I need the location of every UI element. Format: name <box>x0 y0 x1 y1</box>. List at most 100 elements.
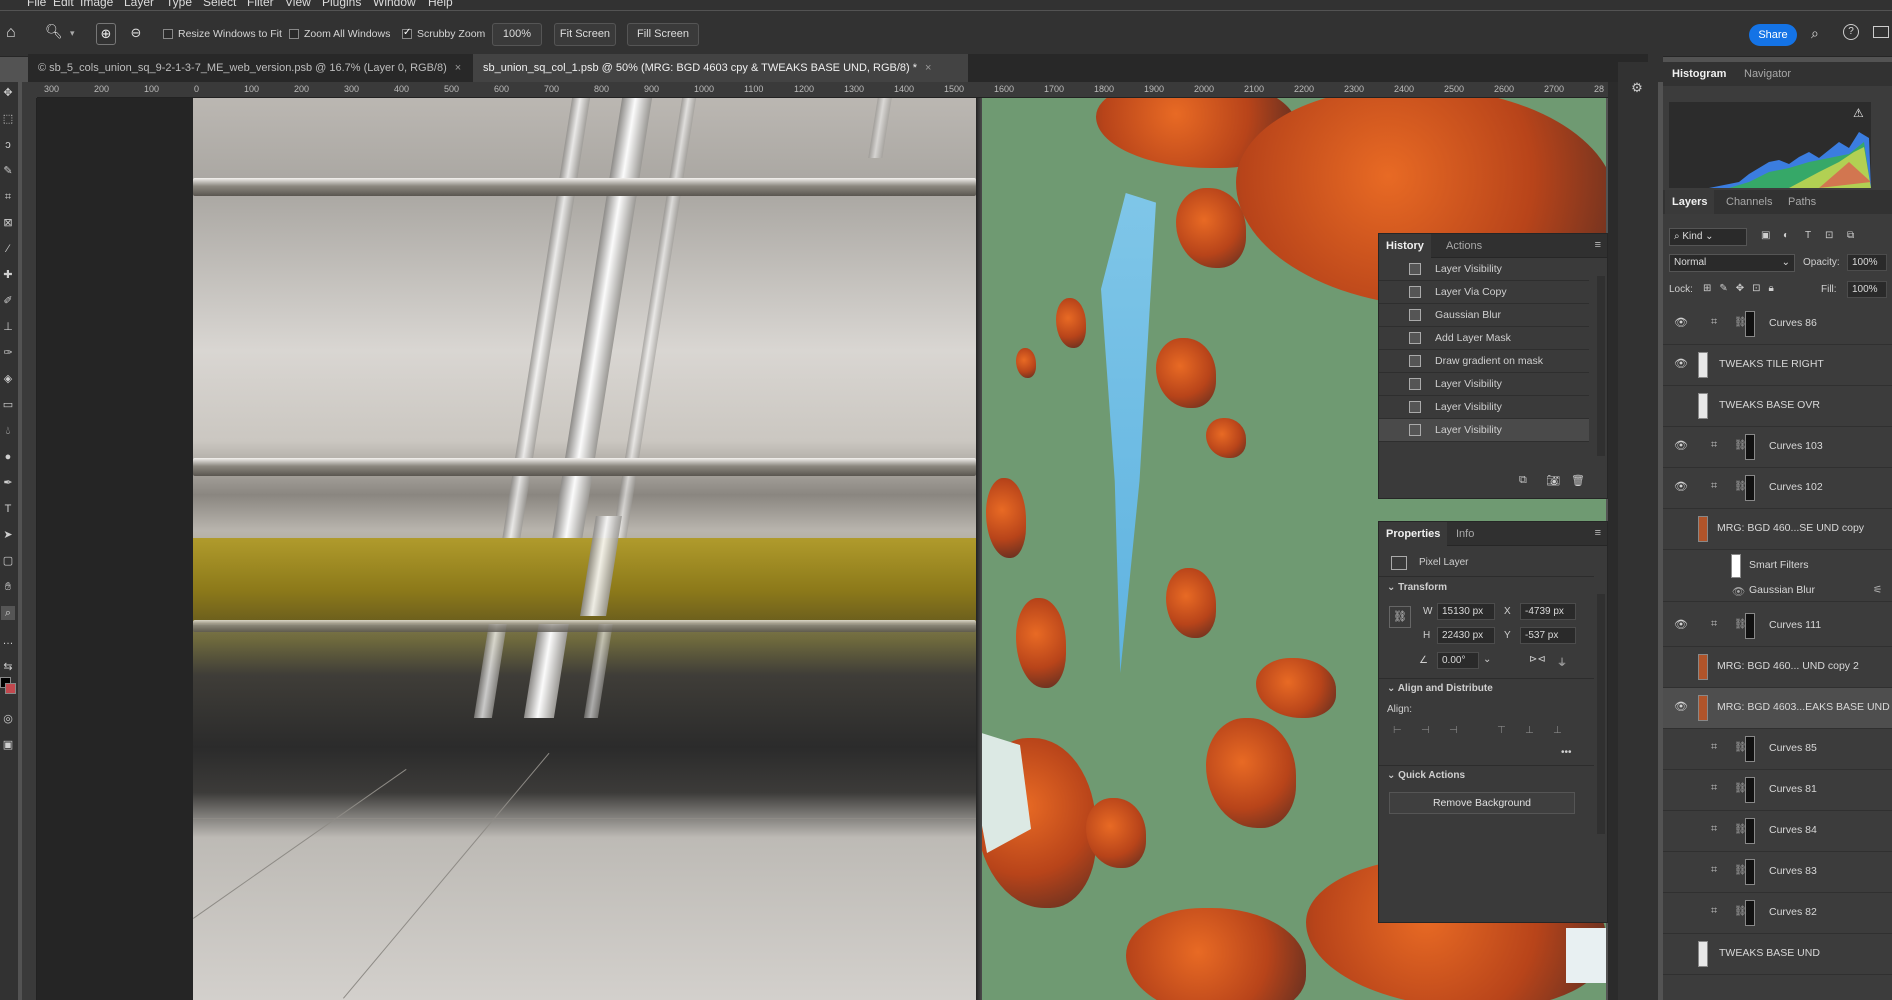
workspace-icon[interactable] <box>1873 26 1889 38</box>
tab-layers[interactable]: Layers <box>1665 190 1715 214</box>
marquee-tool-icon[interactable]: ⬚ <box>1 112 15 126</box>
more-options-icon[interactable]: ••• <box>1561 747 1572 758</box>
zoom-out-icon[interactable]: ⊖ <box>126 23 146 45</box>
eye-icon[interactable]: 👁︎ <box>1674 318 1688 329</box>
opacity-field[interactable]: 100% <box>1847 254 1887 271</box>
visibility-off[interactable] <box>1674 907 1688 917</box>
align-left-icon[interactable]: ⊢ <box>1393 725 1402 736</box>
history-scrollbar[interactable] <box>1597 276 1605 456</box>
layer-row[interactable]: ⌗ ⛓ Curves 85 <box>1663 729 1892 770</box>
properties-dock-icon[interactable]: ⚙ <box>1626 80 1648 98</box>
visibility-off[interactable] <box>1674 784 1688 794</box>
layer-row[interactable]: TWEAKS BASE UND <box>1663 934 1892 975</box>
align-right-icon[interactable]: ⊣ <box>1449 725 1458 736</box>
fill-field[interactable]: 100% <box>1847 281 1887 298</box>
screen-mode-icon[interactable]: ▣ <box>1 738 15 752</box>
fit-screen-button[interactable]: Fit Screen <box>554 23 616 46</box>
layer-row[interactable]: TWEAKS BASE OVR <box>1663 386 1892 427</box>
layer-row[interactable]: ⌗ ⛓ Curves 82 <box>1663 893 1892 934</box>
scrubby-zoom-checkbox[interactable]: Scrubby Zoom <box>402 27 485 40</box>
dodge-tool-icon[interactable]: ● <box>1 450 15 464</box>
tab-info[interactable]: Info <box>1449 522 1481 546</box>
frame-tool-icon[interactable]: ⊠ <box>1 216 15 230</box>
canvas-vertical-scrollbar[interactable] <box>1608 82 1618 1000</box>
help-icon[interactable]: ? <box>1843 24 1859 40</box>
tab-histogram[interactable]: Histogram <box>1665 62 1733 86</box>
layer-row[interactable]: ⌗ ⛓ Curves 81 <box>1663 770 1892 811</box>
menu-window[interactable]: Window <box>373 0 416 9</box>
hand-tool-icon[interactable]: ✋︎ <box>1 580 15 594</box>
warning-icon[interactable]: ⚠ <box>1853 106 1864 120</box>
eye-icon[interactable]: 👁︎ <box>1674 359 1688 370</box>
quick-select-tool-icon[interactable]: ✎ <box>1 164 15 178</box>
close-icon[interactable]: × <box>455 62 461 74</box>
background-color-swatch[interactable] <box>5 683 16 694</box>
eraser-tool-icon[interactable]: ◈ <box>1 372 15 386</box>
zoom-tool-icon[interactable]: 🔍︎ <box>45 23 63 39</box>
smart-filters-group[interactable]: Smart Filters 👁︎ Gaussian Blur ⚟ <box>1663 550 1892 602</box>
menu-edit[interactable]: Edit <box>53 0 74 9</box>
pen-tool-icon[interactable]: ✒ <box>1 476 15 490</box>
tab-channels[interactable]: Channels <box>1719 190 1779 214</box>
more-tools-icon[interactable]: … <box>1 634 15 648</box>
shape-tool-icon[interactable]: ▢ <box>1 554 15 568</box>
layer-row[interactable]: 👁︎ ⌗ ⛓ Curves 102 <box>1663 468 1892 509</box>
history-brush-tool-icon[interactable]: ✑ <box>1 346 15 360</box>
history-item[interactable]: Layer Visibility <box>1379 419 1589 442</box>
history-item[interactable]: Gaussian Blur <box>1379 304 1589 327</box>
zoom-all-checkbox[interactable]: Zoom All Windows <box>289 28 390 40</box>
zoom-value-field[interactable]: 100% <box>492 23 542 46</box>
chevron-down-icon[interactable]: ▾ <box>70 28 75 39</box>
y-field[interactable]: -537 px <box>1520 627 1576 644</box>
layer-filter-kind[interactable]: ⌕ Kind ⌄ <box>1669 228 1747 246</box>
menu-image[interactable]: Image <box>80 0 113 9</box>
link-dimensions-icon[interactable]: ⛓ <box>1389 606 1411 628</box>
fill-screen-button[interactable]: Fill Screen <box>627 23 699 46</box>
width-field[interactable]: 15130 px <box>1437 603 1495 620</box>
menu-filter[interactable]: Filter <box>247 0 274 9</box>
menu-plugins[interactable]: Plugins <box>322 0 361 9</box>
history-item[interactable]: Layer Visibility <box>1379 396 1589 419</box>
move-tool-icon[interactable]: ✥ <box>1 86 15 100</box>
history-item[interactable]: Layer Via Copy <box>1379 281 1589 304</box>
crop-tool-icon[interactable]: ⌗ <box>1 190 15 204</box>
tab-paths[interactable]: Paths <box>1781 190 1823 214</box>
filter-smart-icon[interactable]: ⧉ <box>1847 230 1854 241</box>
menu-select[interactable]: Select <box>203 0 236 9</box>
menu-help[interactable]: Help <box>428 0 453 9</box>
transform-section-toggle[interactable]: ⌄ Transform <box>1387 582 1447 593</box>
zoom-tool-active-icon[interactable]: ⌕ <box>1 606 15 620</box>
visibility-off[interactable] <box>1674 743 1688 753</box>
resize-windows-checkbox[interactable]: Resize Windows to Fit <box>163 28 282 40</box>
close-icon[interactable]: × <box>925 62 931 74</box>
visibility-off[interactable] <box>1674 825 1688 835</box>
history-item[interactable]: Layer Visibility <box>1379 258 1589 281</box>
stamp-tool-icon[interactable]: ⊥ <box>1 320 15 334</box>
blur-tool-icon[interactable]: 💧︎ <box>1 424 15 438</box>
filter-type-icon[interactable]: T <box>1805 230 1811 241</box>
snapshot-camera-icon[interactable]: 📷︎ <box>1546 474 1560 487</box>
layer-row[interactable]: 👁︎ TWEAKS TILE RIGHT <box>1663 345 1892 386</box>
layer-row[interactable]: ⌗ ⛓ Curves 83 <box>1663 852 1892 893</box>
align-bottom-icon[interactable]: ⊥ <box>1553 725 1562 736</box>
lock-icons[interactable]: ⊞✎✥⊡🔒︎ <box>1703 283 1782 294</box>
eye-icon[interactable]: 👁︎ <box>1674 482 1688 493</box>
blend-mode-select[interactable]: Normal ⌄ <box>1669 254 1795 272</box>
layer-row[interactable]: 👁︎ ⌗ ⛓ Curves 103 <box>1663 427 1892 468</box>
visibility-off[interactable] <box>1674 523 1688 533</box>
filter-eye-icon[interactable]: 👁︎ <box>1732 585 1745 598</box>
eye-icon[interactable]: 👁︎ <box>1674 620 1688 631</box>
gradient-tool-icon[interactable]: ▭ <box>1 398 15 412</box>
menu-view[interactable]: View <box>285 0 311 9</box>
type-tool-icon[interactable]: T <box>1 502 15 516</box>
menu-type[interactable]: Type <box>166 0 192 9</box>
search-icon[interactable]: ⌕ <box>1811 25 1819 42</box>
chevron-down-icon[interactable]: ⌄ <box>1483 654 1491 665</box>
eye-icon[interactable]: 👁︎ <box>1674 441 1688 452</box>
menu-file[interactable]: File <box>27 0 46 9</box>
layer-row[interactable]: ⌗ ⛓ Curves 84 <box>1663 811 1892 852</box>
visibility-off[interactable] <box>1674 661 1688 671</box>
history-item[interactable]: Draw gradient on mask <box>1379 350 1589 373</box>
quick-mask-icon[interactable]: ◎ <box>1 712 15 726</box>
tab-history[interactable]: History <box>1379 234 1431 258</box>
